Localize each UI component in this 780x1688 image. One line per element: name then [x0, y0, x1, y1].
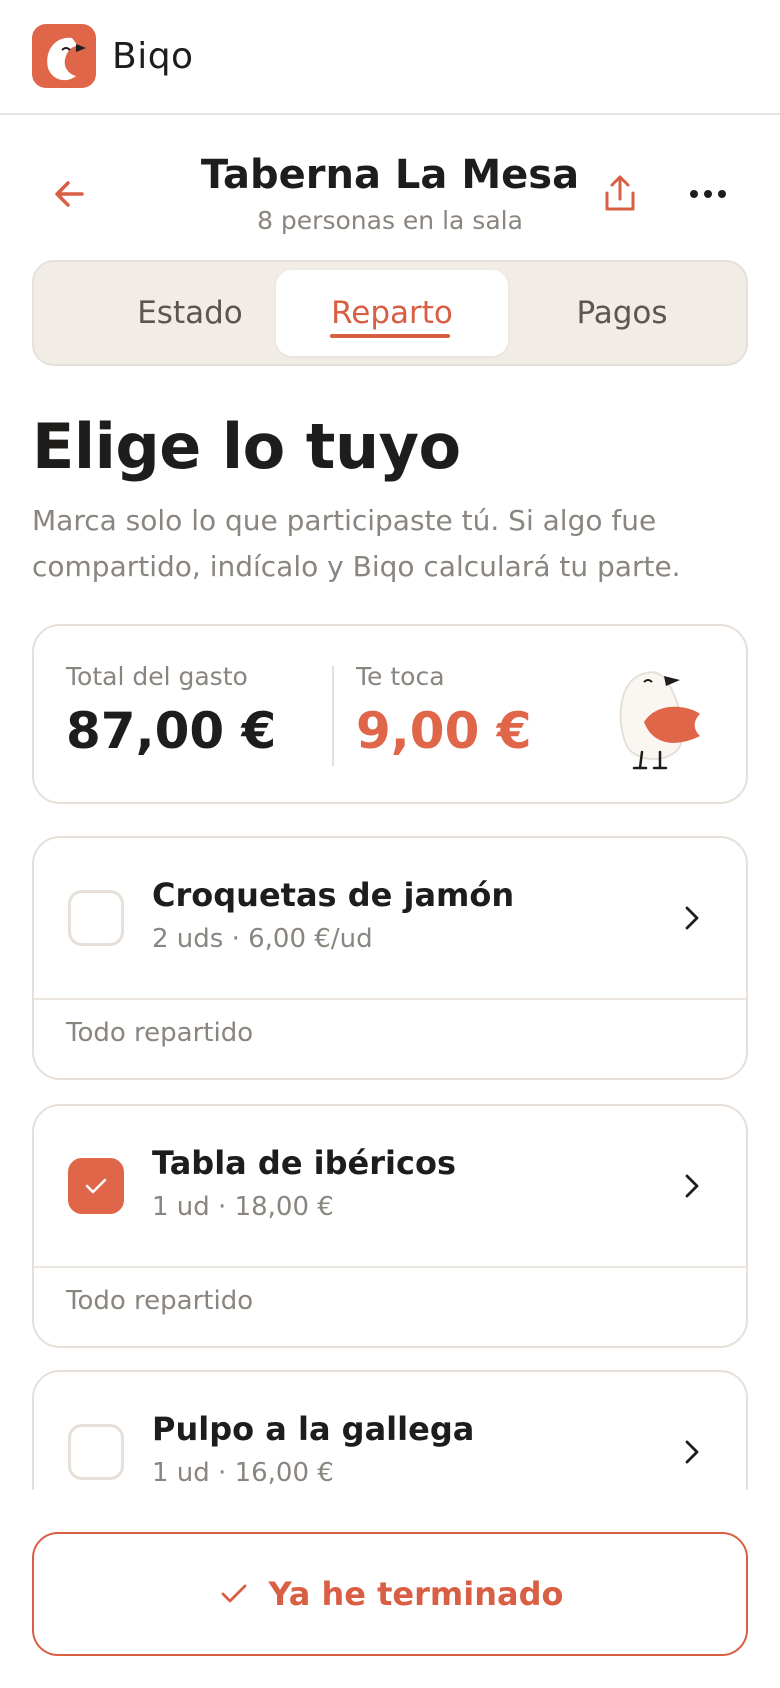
- tab-pagos[interactable]: Pagos: [506, 270, 738, 356]
- item-checkbox[interactable]: [68, 1158, 124, 1214]
- item-row[interactable]: Croquetas de jamón 2 uds · 6,00 €/ud: [34, 838, 746, 998]
- item-checkbox[interactable]: [68, 1424, 124, 1480]
- section-intro: Marca solo lo que participaste tú. Si al…: [32, 504, 681, 583]
- done-button[interactable]: Ya he terminado: [32, 1532, 748, 1656]
- chevron-right-icon[interactable]: [676, 1436, 708, 1468]
- top-bar: Biqo: [0, 0, 780, 115]
- share-value: 9,00 €: [356, 702, 532, 760]
- chevron-right-icon[interactable]: [676, 902, 708, 934]
- tab-estado[interactable]: Estado: [74, 270, 306, 356]
- item-divider: [34, 998, 746, 1000]
- section-heading: Elige lo tuyo: [32, 410, 461, 483]
- share-icon: [605, 175, 635, 211]
- share-label: Te toca: [356, 662, 445, 691]
- list-item: Croquetas de jamón 2 uds · 6,00 €/ud Tod…: [32, 836, 748, 1080]
- app-logo: [32, 24, 96, 88]
- page-header: Taberna La Mesa 8 personas en la sala: [0, 140, 780, 240]
- item-status: Todo repartido: [66, 1018, 254, 1048]
- summary-card: Total del gasto 87,00 € Te toca 9,00 €: [32, 624, 748, 804]
- mascot-bird: [619, 671, 700, 770]
- share-button[interactable]: [596, 170, 644, 218]
- summary-divider: [332, 666, 334, 766]
- done-button-label: Ya he terminado: [268, 1575, 564, 1613]
- app-brand: Biqo: [112, 36, 194, 77]
- checkmark-icon: [221, 1584, 246, 1603]
- item-name: Tabla de ibéricos: [152, 1144, 456, 1182]
- tab-reparto[interactable]: Reparto: [276, 270, 508, 356]
- more-icon: [690, 190, 726, 198]
- list-item: Tabla de ibéricos 1 ud · 18,00 € Todo re…: [32, 1104, 748, 1348]
- page-title: Taberna La Mesa: [200, 152, 580, 198]
- item-meta: 1 ud · 16,00 €: [152, 1458, 334, 1488]
- item-meta: 1 ud · 18,00 €: [152, 1192, 334, 1222]
- more-options-button[interactable]: [684, 170, 732, 218]
- item-checkbox[interactable]: [68, 890, 124, 946]
- item-name: Croquetas de jamón: [152, 876, 515, 914]
- item-status: Todo repartido: [66, 1286, 254, 1316]
- item-meta: 2 uds · 6,00 €/ud: [152, 924, 373, 954]
- total-label: Total del gasto: [66, 662, 248, 691]
- item-row[interactable]: Tabla de ibéricos 1 ud · 18,00 €: [34, 1106, 746, 1266]
- checkmark-icon: [85, 1178, 107, 1194]
- item-divider: [34, 1266, 746, 1268]
- active-tab-indicator: [330, 334, 450, 338]
- total-value: 87,00 €: [66, 702, 277, 760]
- chevron-right-icon[interactable]: [676, 1170, 708, 1202]
- item-name: Pulpo a la gallega: [152, 1410, 475, 1448]
- tab-bar: Estado Reparto Pagos: [32, 260, 748, 366]
- page-subtitle: 8 personas en la sala: [257, 206, 523, 235]
